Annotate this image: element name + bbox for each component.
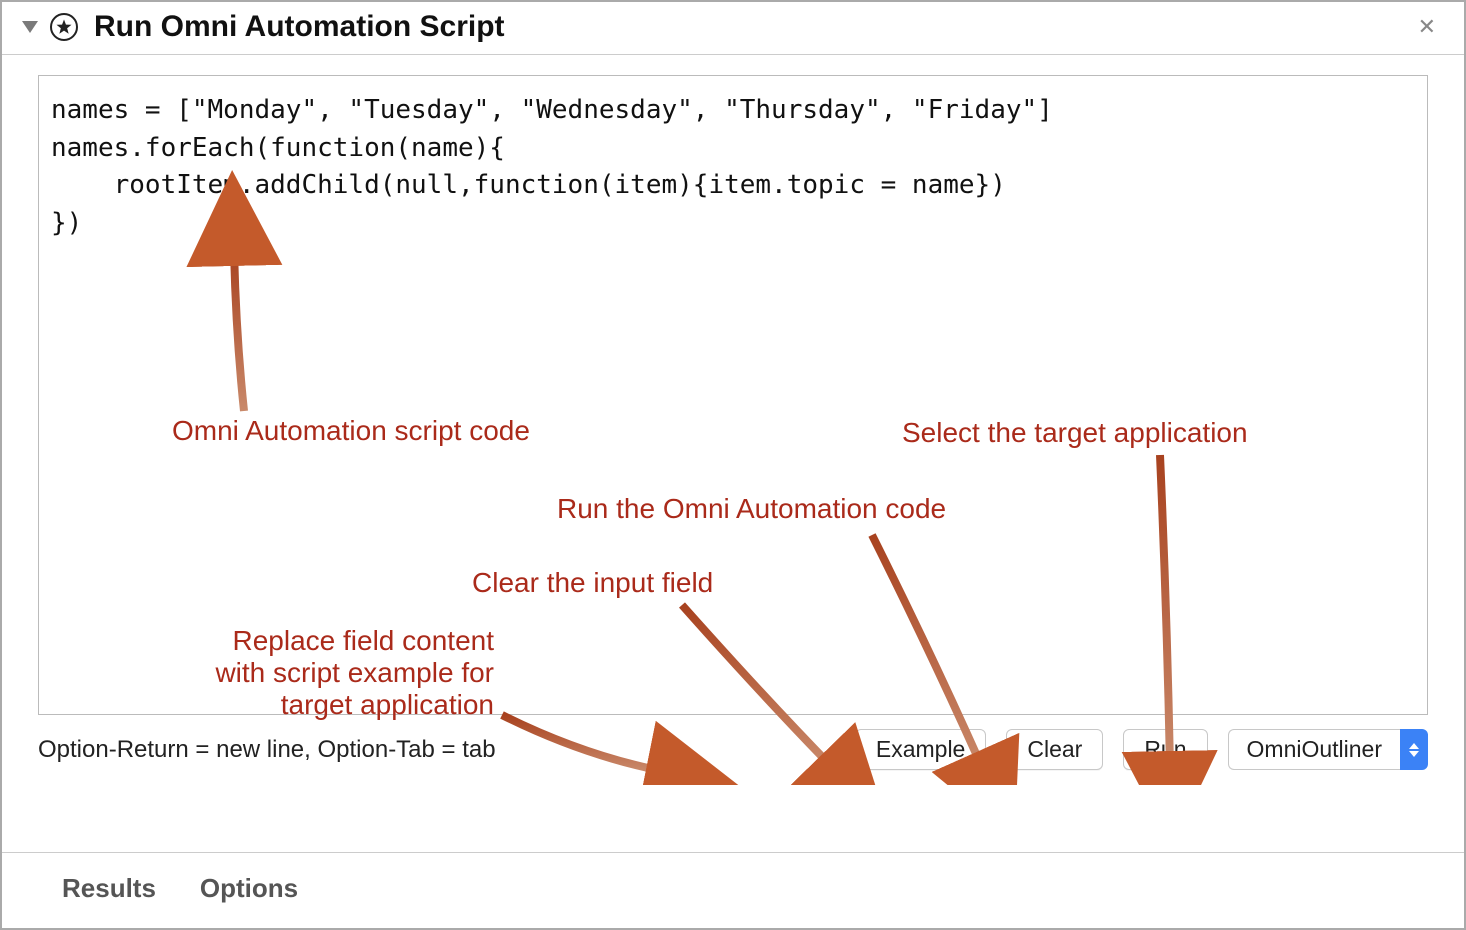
keyboard-hint: Option-Return = new line, Option-Tab = t… xyxy=(38,736,835,764)
window-title: Run Omni Automation Script xyxy=(94,10,1410,44)
tab-options[interactable]: Options xyxy=(200,873,298,904)
content-area: names = ["Monday", "Tuesday", "Wednesday… xyxy=(2,55,1464,770)
disclosure-triangle-icon[interactable] xyxy=(22,21,38,33)
clear-button[interactable]: Clear xyxy=(1006,729,1103,770)
example-button[interactable]: Example xyxy=(855,729,986,770)
titlebar: Run Omni Automation Script ✕ xyxy=(2,2,1464,55)
toolbar-row: Option-Return = new line, Option-Tab = t… xyxy=(38,715,1428,770)
tab-results[interactable]: Results xyxy=(62,873,156,904)
script-editor[interactable]: names = ["Monday", "Tuesday", "Wednesday… xyxy=(38,75,1428,715)
target-app-select-value: OmniOutliner xyxy=(1228,729,1400,770)
target-app-select[interactable]: OmniOutliner xyxy=(1228,729,1428,770)
footer-tabs: Results Options xyxy=(2,852,1464,928)
close-icon[interactable]: ✕ xyxy=(1410,14,1444,40)
script-window: Run Omni Automation Script ✕ names = ["M… xyxy=(0,0,1466,930)
run-button[interactable]: Run xyxy=(1123,729,1207,770)
star-circle-icon xyxy=(50,13,78,41)
select-arrows-icon xyxy=(1400,729,1428,770)
